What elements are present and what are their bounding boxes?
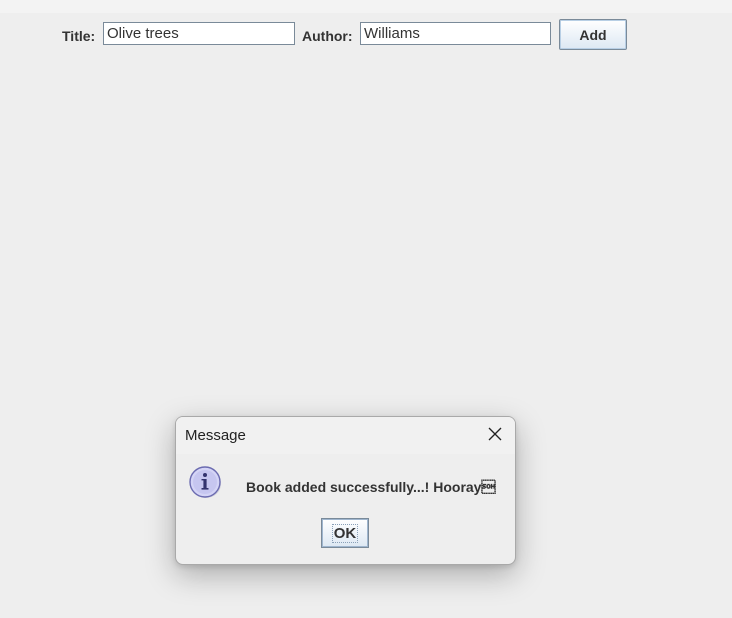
close-icon[interactable] xyxy=(487,426,503,442)
author-label: Author: xyxy=(302,28,353,44)
info-icon xyxy=(189,466,221,498)
app-window: Title: Olive trees Author: Williams Add … xyxy=(0,0,732,618)
title-label: Title: xyxy=(62,28,96,44)
ok-button[interactable]: OK xyxy=(321,518,369,548)
author-input[interactable]: Williams xyxy=(360,22,551,45)
add-button-label: Add xyxy=(579,26,607,43)
title-input[interactable]: Olive trees xyxy=(103,22,295,45)
add-button[interactable]: Add xyxy=(559,19,627,50)
message-dialog: Message Book added successfully...! Hoor… xyxy=(175,416,516,565)
dialog-message: Book added successfully...! Hooray xyxy=(246,479,496,495)
add-book-form: Title: Olive trees Author: Williams Add xyxy=(0,19,732,51)
dialog-title: Message xyxy=(185,427,246,444)
ok-button-label: OK xyxy=(331,523,359,543)
dialog-titlebar: Message xyxy=(176,417,515,454)
top-strip xyxy=(0,0,732,13)
